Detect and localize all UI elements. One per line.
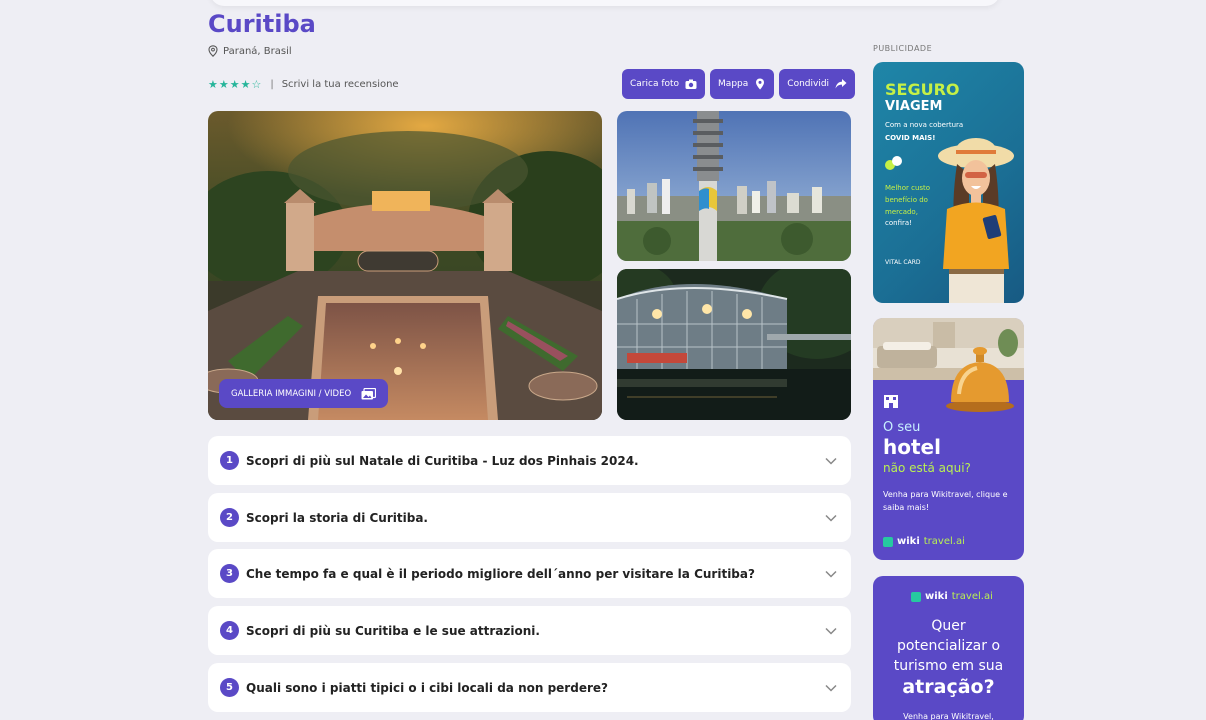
ad3-line-4: atração? xyxy=(902,676,995,698)
faq-item[interactable]: 3 Che tempo fa e qual è il periodo migli… xyxy=(208,549,851,598)
share-label: Condividi xyxy=(787,79,830,89)
ópera-photo-image xyxy=(208,111,602,420)
chevron-down-icon xyxy=(825,457,837,465)
faq-item[interactable]: 5 Quali sono i piatti tipici o i cibi lo… xyxy=(208,663,851,712)
pin-icon xyxy=(208,45,218,57)
dots-icon xyxy=(885,156,902,170)
wikitravel-logo: wiki travel.ai xyxy=(883,536,965,547)
map-pin-icon xyxy=(756,78,765,90)
ad2-line-3: não está aqui? xyxy=(883,461,971,475)
faq-number: 1 xyxy=(220,451,239,470)
wikitravel-mark-icon xyxy=(883,536,893,547)
faq-number: 3 xyxy=(220,564,239,583)
rating-row: ★★★★☆ | Scrivi la tua recensione xyxy=(208,78,399,91)
ad3-line-5: Venha para Wikitravel, xyxy=(903,712,994,720)
ad3-line-3: turismo em sua xyxy=(893,658,1004,674)
faq-item[interactable]: 2 Scopri la storia di Curitiba. xyxy=(208,493,851,542)
chevron-down-icon xyxy=(825,684,837,692)
service-bell-image xyxy=(946,347,1014,412)
top-bar xyxy=(210,0,1000,6)
wikitravel-logo: wiki travel.ai xyxy=(911,591,993,602)
brand-part-b: travel.ai xyxy=(951,591,993,602)
star-rating[interactable]: ★★★★☆ xyxy=(208,78,262,91)
tower-photo[interactable] xyxy=(617,111,851,261)
ad2-line-2: hotel xyxy=(883,435,941,459)
location: Paraná, Brasil xyxy=(208,45,292,57)
ad1-headline-1: SEGURO xyxy=(885,80,960,99)
faq-question: Scopri la storia di Curitiba. xyxy=(246,510,428,525)
gallery-button[interactable]: GALLERIA IMMAGINI / VIDEO xyxy=(219,379,389,408)
travel-insurance-ad[interactable]: SEGURO VIAGEM Com a nova cobertura COVID… xyxy=(873,62,1024,303)
faq-question: Scopri di più su Curitiba e le sue attra… xyxy=(246,623,540,638)
traveler-illustration xyxy=(938,138,1014,303)
upload-photo-label: Carica foto xyxy=(630,79,680,89)
camera-icon xyxy=(685,79,697,89)
brand-part-a: wiki xyxy=(897,536,920,547)
chevron-down-icon xyxy=(825,570,837,578)
ad2-line-4: Venha para Wikitravel, clique e saiba ma… xyxy=(883,490,1008,512)
location-text: Paraná, Brasil xyxy=(223,45,292,57)
share-button[interactable]: Condividi xyxy=(779,69,856,99)
faq-question: Che tempo fa e qual è il periodo miglior… xyxy=(246,566,755,581)
page-title: Curitiba xyxy=(208,10,316,38)
ad-label: PUBLICIDADE xyxy=(873,44,933,53)
ad1-headline-2: VIAGEM xyxy=(885,99,943,114)
faq-item[interactable]: 4 Scopri di più su Curitiba e le sue att… xyxy=(208,606,851,655)
hotel-ad[interactable]: O seu hotel não está aqui? Venha para Wi… xyxy=(873,318,1024,560)
wikitravel-ad[interactable]: wiki travel.ai Quer potencializar o turis… xyxy=(873,576,1024,720)
vital-card-logo: VITAL CARD xyxy=(885,259,921,266)
faq-item[interactable]: 1 Scopri di più sul Natale di Curitiba -… xyxy=(208,436,851,485)
faq-number: 2 xyxy=(220,508,239,527)
gallery-label: GALLERIA IMMAGINI / VIDEO xyxy=(231,388,352,399)
opera-photo[interactable] xyxy=(617,269,851,420)
tower-photo-image xyxy=(617,111,851,261)
chevron-down-icon xyxy=(825,514,837,522)
map-button[interactable]: Mappa xyxy=(710,69,775,99)
ad1-line-4: confira! xyxy=(885,219,912,227)
share-icon xyxy=(835,79,847,89)
ad3-text: Quer potencializar o turismo em sua xyxy=(873,616,1024,676)
faq-question: Quali sono i piatti tipici o i cibi loca… xyxy=(246,680,608,695)
write-review-link[interactable]: Scrivi la tua recensione xyxy=(282,79,399,90)
main-photo[interactable] xyxy=(208,111,602,420)
chevron-down-icon xyxy=(825,627,837,635)
faq-number: 5 xyxy=(220,678,239,697)
faq-number: 4 xyxy=(220,621,239,640)
ad1-line-1: Com a nova cobertura xyxy=(885,121,964,129)
gallery-icon xyxy=(361,387,377,399)
ad2-line-1: O seu xyxy=(883,420,921,435)
opera-photo-image xyxy=(617,269,851,420)
ad1-line-2: COVID MAIS! xyxy=(885,134,936,142)
wikitravel-mark-icon xyxy=(911,591,921,602)
action-buttons: Carica foto Mappa Condividi xyxy=(622,69,856,99)
rating-separator: | xyxy=(270,79,274,90)
map-label: Mappa xyxy=(718,79,749,89)
ad3-line-2: potencializar o xyxy=(896,638,1001,654)
brand-part-b: travel.ai xyxy=(923,536,965,547)
ad3-line-1: Quer xyxy=(931,618,966,634)
hotel-icon xyxy=(884,395,898,408)
brand-part-a: wiki xyxy=(925,591,948,602)
upload-photo-button[interactable]: Carica foto xyxy=(622,69,706,99)
faq-question: Scopri di più sul Natale di Curitiba - L… xyxy=(246,453,639,468)
